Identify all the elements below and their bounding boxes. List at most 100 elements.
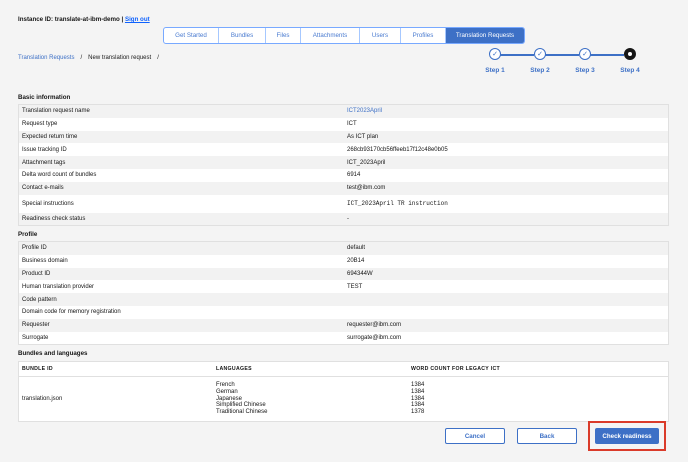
step-connector (500, 54, 534, 56)
instance-id: Instance ID: translate-at-ibm-demo | (18, 16, 125, 23)
row-value: ICT (347, 121, 357, 128)
row-key: Special instructions (22, 200, 74, 207)
step-4-current-icon (624, 48, 636, 60)
table-row: Business domain 20B14 (19, 255, 668, 268)
table-row: Profile ID default (19, 242, 668, 255)
table-row: translation.json French German Japanese … (19, 377, 668, 421)
header-bundle-id: BUNDLE ID (22, 366, 53, 372)
row-value: - (347, 215, 349, 222)
sign-out-link[interactable]: Sign out (125, 16, 150, 23)
basic-info-table: Translation request name ICT2023April Req… (18, 104, 669, 227)
table-row: Issue tracking ID 268cb93170cb56ffeeb17f1… (19, 143, 668, 156)
tab-attachments[interactable]: Attachments (301, 28, 360, 43)
word-count-cell: 1384 1384 1384 1384 1378 (411, 382, 668, 416)
row-key: Human translation provider (22, 283, 95, 290)
table-row: Code pattern (19, 293, 668, 306)
word-count-item: 1378 (411, 409, 425, 416)
row-value: requester@ibm.com (347, 322, 402, 329)
table-row: Domain code for memory registration (19, 306, 668, 319)
profile-title: Profile (18, 231, 38, 238)
language-item: German (216, 388, 238, 395)
row-key: Readiness check status (22, 215, 86, 222)
word-count-item: 1384 (411, 395, 425, 402)
bundles-table: BUNDLE ID LANGUAGES WORD COUNT FOR LEGAC… (18, 361, 669, 422)
row-key: Domain code for memory registration (22, 309, 121, 316)
row-value: ICT_2023April (347, 159, 386, 166)
row-key: Requester (22, 322, 50, 329)
row-value: ICT_2023April TR instruction (347, 200, 448, 208)
row-value: As ICT plan (347, 133, 379, 140)
table-row: Expected return time As ICT plan (19, 130, 668, 144)
breadcrumb: Translation Requests / New translation r… (18, 55, 159, 61)
table-row: Attachment tags ICT_2023April (19, 156, 668, 169)
breadcrumb-separator: / (80, 55, 83, 61)
language-item: Japanese (216, 395, 243, 402)
table-row: Translation request name ICT2023April (19, 105, 668, 118)
row-key: Profile ID (22, 245, 47, 252)
step-3-check-icon: ✓ (579, 48, 591, 60)
breadcrumb-translation-requests[interactable]: Translation Requests (18, 55, 74, 61)
row-value[interactable]: ICT2023April (347, 108, 668, 114)
profile-table: Profile ID default Business domain 20B14 P… (18, 241, 669, 346)
row-value: test@ibm.com (347, 185, 386, 192)
row-key: Surrogate (22, 334, 49, 341)
main-tabs: Get Started Bundles Files Attachments Us… (163, 27, 525, 44)
row-value: surrogate@ibm.com (347, 334, 402, 341)
check-readiness-button[interactable]: Check readiness (595, 428, 659, 444)
row-key: Request type (22, 121, 58, 128)
word-count-item: 1384 (411, 382, 425, 388)
row-key: Product ID (22, 270, 51, 277)
step-2-check-icon: ✓ (534, 48, 546, 60)
progress-stepper: ✓ ✓ ✓ Step 1 Step 2 Step 3 Step 4 (484, 47, 644, 77)
tab-translation-requests[interactable]: Translation Requests (446, 28, 524, 43)
word-count-item: 1384 (411, 402, 425, 409)
row-value: 20B14 (347, 258, 365, 265)
breadcrumb-current: New translation request (88, 55, 152, 61)
back-button[interactable]: Back (517, 428, 577, 444)
row-key: Contact e-mails (22, 185, 64, 192)
step-3-label: Step 3 (575, 67, 595, 74)
tab-profiles[interactable]: Profiles (401, 28, 446, 43)
table-row: Delta word count of bundles 6914 (19, 169, 668, 182)
header-languages: LANGUAGES (216, 366, 252, 372)
step-1-check-icon: ✓ (489, 48, 501, 60)
row-value: 268cb93170cb56ffeeb17f12c48e0b05 (347, 146, 448, 153)
row-value: 6914 (347, 172, 361, 179)
step-4-label: Step 4 (620, 67, 640, 74)
table-row: Contact e-mails test@ibm.com (19, 181, 668, 195)
languages-cell: French German Japanese Simplified Chines… (216, 382, 411, 416)
tab-users[interactable]: Users (360, 28, 401, 43)
table-header: BUNDLE ID LANGUAGES WORD COUNT FOR LEGAC… (19, 362, 668, 377)
row-key: Attachment tags (22, 159, 66, 166)
instance-header: Instance ID: translate-at-ibm-demo | Sig… (18, 16, 150, 23)
table-row: Request type ICT (19, 118, 668, 131)
cancel-button[interactable]: Cancel (445, 428, 505, 444)
table-row: Readiness check status - (19, 212, 668, 226)
table-row: Special instructions ICT_2023April TR ins… (19, 195, 668, 213)
row-key: Code pattern (22, 296, 57, 303)
row-key: Expected return time (22, 133, 78, 140)
table-row: Surrogate surrogate@ibm.com (19, 332, 668, 345)
step-connector (590, 54, 624, 56)
breadcrumb-separator: / (157, 55, 159, 61)
step-connector (545, 54, 579, 56)
row-key: Business domain (22, 258, 68, 265)
language-item: Traditional Chinese (216, 409, 268, 416)
row-value: default (347, 245, 366, 252)
tab-files[interactable]: Files (266, 28, 301, 43)
table-row: Product ID 694344W (19, 267, 668, 281)
language-item: French (216, 382, 235, 388)
table-row: Human translation provider TEST (19, 280, 668, 293)
step-2-label: Step 2 (530, 67, 550, 74)
word-count-item: 1384 (411, 388, 425, 395)
tab-bundles[interactable]: Bundles (219, 28, 266, 43)
row-key: Issue tracking ID (22, 146, 67, 153)
row-value: TEST (347, 283, 363, 290)
row-key: Delta word count of bundles (22, 172, 97, 179)
language-item: Simplified Chinese (216, 402, 266, 409)
row-value: 694344W (347, 270, 373, 277)
row-key: Translation request name (22, 108, 90, 115)
bundle-id-cell: translation.json (22, 396, 63, 402)
header-word-count: WORD COUNT FOR LEGACY ICT (411, 366, 500, 372)
tab-get-started[interactable]: Get Started (164, 28, 219, 43)
